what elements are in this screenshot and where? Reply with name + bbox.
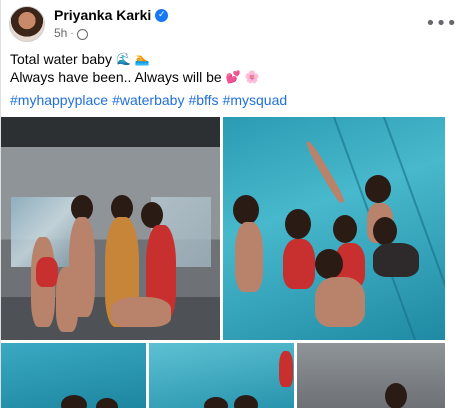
more-options-button[interactable]: ••• (425, 8, 457, 38)
person (279, 351, 293, 387)
hashtag-link[interactable]: #bffs (188, 92, 218, 108)
verified-badge-icon: ✓ (155, 8, 169, 22)
ceiling (1, 117, 220, 147)
person (283, 239, 315, 289)
hashtag-link[interactable]: #mysquad (223, 92, 288, 108)
author-name[interactable]: Priyanka Karki (54, 7, 151, 23)
pool-photo-4[interactable] (149, 343, 294, 408)
post-time[interactable]: 5h (54, 26, 67, 40)
post-header: Priyanka Karki ✓ 5h · ••• (9, 6, 462, 42)
hashtag-link[interactable]: #myhappyplace (10, 92, 108, 108)
swimmer-emoji-icon: 🏊 (134, 52, 150, 66)
person-head (365, 175, 391, 203)
post-text-line-1: Total water baby 🌊 🏊 (10, 50, 260, 68)
person (56, 267, 78, 332)
group-photo-in-pool[interactable] (223, 117, 445, 340)
person (235, 222, 263, 292)
post-text-1: Total water baby (10, 51, 112, 67)
person-head (233, 195, 259, 225)
person-head (61, 395, 87, 408)
flower-emoji-icon: 🌸 (244, 70, 260, 84)
person-head (333, 215, 357, 243)
person-head (373, 217, 397, 245)
person-head (234, 395, 258, 408)
separator-dot: · (70, 27, 74, 39)
post-meta: 5h · (54, 26, 88, 40)
pool-photo-3[interactable] (1, 343, 146, 408)
hearts-emoji-icon: 💕 (225, 70, 241, 84)
person-head (204, 397, 228, 408)
avatar[interactable] (9, 6, 45, 42)
person-head (385, 383, 407, 408)
person (373, 243, 419, 277)
person-head (315, 249, 343, 279)
raised-arm (304, 139, 346, 205)
person (111, 297, 171, 327)
swimsuit (36, 257, 58, 287)
author-row: Priyanka Karki ✓ (54, 7, 169, 23)
hashtags: #myhappyplace #waterbaby #bffs #mysquad (10, 92, 287, 108)
person-head (285, 209, 311, 239)
wave-emoji-icon: 🌊 (115, 52, 131, 66)
group-photo-poolside[interactable] (1, 117, 220, 340)
person (315, 277, 365, 327)
post-text-2: Always have been.. Always will be (10, 69, 222, 85)
post-card: Priyanka Karki ✓ 5h · ••• Total water ba… (0, 0, 470, 408)
post-text: Total water baby 🌊 🏊 Always have been.. … (10, 50, 260, 86)
hashtag-link[interactable]: #waterbaby (112, 92, 184, 108)
post-text-line-2: Always have been.. Always will be 💕 🌸 (10, 68, 260, 86)
globe-icon[interactable] (76, 28, 88, 40)
poolside-photo-5[interactable] (297, 343, 445, 408)
person-head (96, 398, 118, 408)
